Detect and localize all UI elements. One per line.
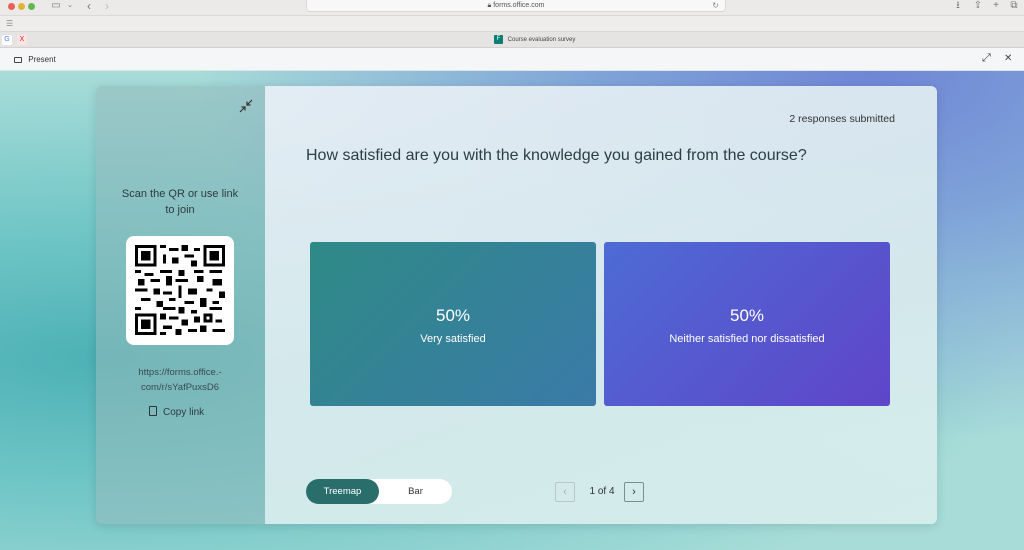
tab-overview-icon[interactable]: ⧉ — [1008, 0, 1020, 12]
present-toolbar: Present ⤢ ✕ — [0, 48, 1024, 71]
copy-link-label: Copy link — [163, 407, 205, 418]
forms-icon: F — [494, 35, 503, 44]
monitor-icon — [14, 56, 22, 63]
join-link[interactable]: https://forms.office.-com/r/sYafPuxsD6 — [116, 365, 244, 395]
qr-code — [126, 236, 234, 345]
address-text: forms.office.com — [493, 2, 545, 9]
question-title: How satisfied are you with the knowledge… — [306, 147, 807, 164]
results-card: Scan the QR or use link to join https://… — [96, 86, 937, 524]
tile-percent: 50% — [435, 306, 471, 325]
forward-button[interactable]: › — [102, 0, 112, 12]
join-instructions: Scan the QR or use link to join — [121, 188, 239, 216]
back-button[interactable]: ‹ — [84, 0, 94, 12]
results-panel: 2 responses submitted How satisfied are … — [265, 86, 937, 524]
share-icon[interactable]: ⇪ — [972, 0, 984, 12]
view-toggle: Treemap Bar — [306, 479, 452, 504]
expand-icon[interactable]: ⤢ — [982, 52, 991, 65]
bar-view-button[interactable]: Bar — [379, 479, 452, 504]
responses-count: 2 responses submitted — [789, 113, 895, 125]
download-icon[interactable]: ⭳ — [952, 0, 964, 12]
active-tab-title: Course evaluation survey — [507, 37, 576, 44]
chevron-down-icon[interactable]: ⌄ — [66, 0, 74, 12]
close-window-button[interactable] — [8, 3, 15, 10]
join-panel: Scan the QR or use link to join https://… — [96, 86, 265, 524]
present-button[interactable]: Present — [14, 54, 56, 65]
close-icon[interactable]: ✕ — [1004, 53, 1012, 64]
maximize-window-button[interactable] — [28, 3, 35, 10]
tile-label: Neither satisfied nor dissatisfied — [669, 333, 825, 345]
sidebar-toggle-icon[interactable]: ▭ — [50, 0, 62, 12]
copy-icon — [149, 406, 157, 416]
menu-icon[interactable]: ☰ — [6, 19, 13, 28]
tab-bar: G X F Course evaluation survey — [0, 31, 1024, 48]
treemap-tile[interactable]: 50% Very satisfied — [310, 242, 596, 406]
address-bar[interactable]: 🔒︎ forms.office.com ↻ — [306, 0, 726, 12]
lock-icon: 🔒︎ — [487, 2, 492, 9]
collapse-icon[interactable] — [238, 98, 254, 114]
bookmarks-row: ☰ — [0, 16, 1024, 31]
pinned-tab-x[interactable]: X — [16, 35, 27, 45]
treemap-view-button[interactable]: Treemap — [306, 479, 379, 504]
minimize-window-button[interactable] — [18, 3, 25, 10]
pinned-tab-google[interactable]: G — [2, 35, 12, 45]
reload-icon[interactable]: ↻ — [712, 0, 719, 11]
browser-titlebar: ▭ ⌄ ‹ › 🔒︎ forms.office.com ↻ ⭳ ⇪ + ⧉ — [0, 0, 1024, 16]
active-tab[interactable]: F Course evaluation survey — [494, 35, 575, 45]
tile-percent: 50% — [729, 306, 765, 325]
new-tab-icon[interactable]: + — [990, 0, 1002, 12]
copy-link-button[interactable]: Copy link — [149, 406, 204, 420]
next-page-button[interactable]: › — [624, 482, 644, 502]
page-indicator: 1 of 4 — [589, 486, 615, 497]
pinned-tabs: G X — [2, 35, 30, 45]
tile-label: Very satisfied — [420, 333, 486, 345]
present-label: Present — [28, 55, 56, 64]
previous-page-button[interactable]: ‹ — [555, 482, 575, 502]
treemap-tile[interactable]: 50% Neither satisfied nor dissatisfied — [604, 242, 890, 406]
